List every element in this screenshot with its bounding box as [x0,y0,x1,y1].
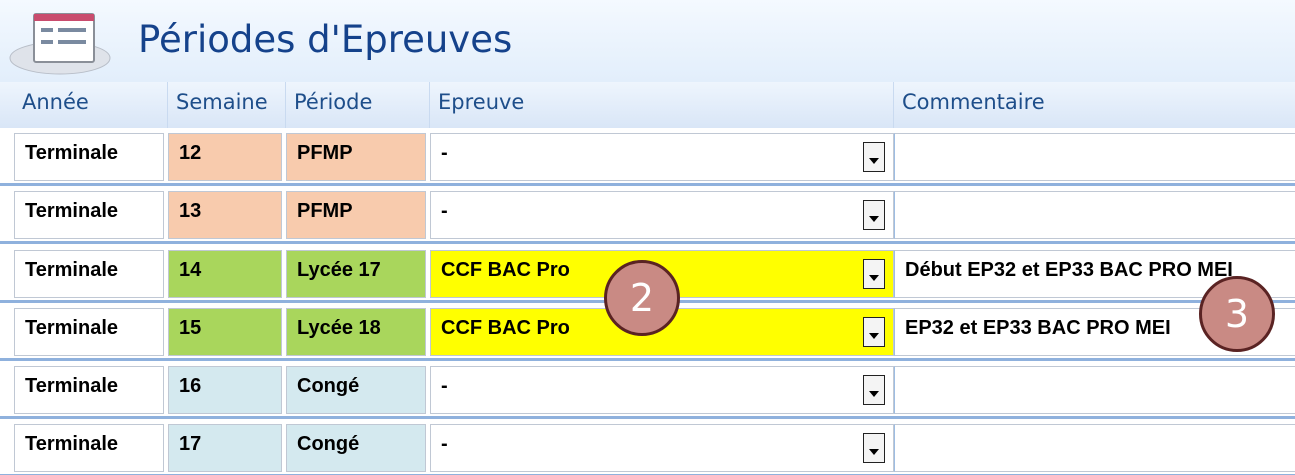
chevron-down-icon[interactable] [863,317,885,347]
epreuve-value: CCF BAC Pro [441,317,570,339]
commentaire-field[interactable] [894,424,1295,472]
column-header-semaine[interactable]: Semaine [168,82,286,128]
commentaire-field[interactable] [894,191,1295,239]
column-header-commentaire[interactable]: Commentaire [894,82,1295,128]
column-header-annee[interactable]: Année [14,82,168,128]
epreuve-value: - [441,375,448,397]
commentaire-field[interactable] [894,366,1295,414]
annee-field[interactable]: Terminale [14,424,164,472]
periode-field[interactable]: Congé [286,424,426,472]
periode-field[interactable]: PFMP [286,191,426,239]
periode-field[interactable]: Lycée 17 [286,250,426,298]
chevron-down-icon[interactable] [863,433,885,463]
epreuve-combobox[interactable]: - [430,133,894,181]
column-header-row: Année Semaine Période Epreuve Commentair… [0,82,1295,131]
form-window: Périodes d'Epreuves Année Semaine Périod… [0,0,1295,475]
semaine-field[interactable]: 17 [168,424,282,472]
epreuve-value: - [441,200,448,222]
periode-field[interactable]: Lycée 18 [286,308,426,356]
annee-field[interactable]: Terminale [14,191,164,239]
chevron-down-icon[interactable] [863,142,885,172]
chevron-down-icon[interactable] [863,259,885,289]
page-title: Périodes d'Epreuves [138,18,513,61]
annee-field[interactable]: Terminale [14,133,164,181]
semaine-field[interactable]: 14 [168,250,282,298]
epreuve-value: - [441,433,448,455]
callout-badge: 3 [1199,276,1275,352]
table-row: Terminale 12 PFMP - [0,128,1295,186]
annee-field[interactable]: Terminale [14,308,164,356]
form-title-bar: Périodes d'Epreuves [0,0,1295,82]
epreuve-combobox[interactable]: - [430,424,894,472]
table-row: Terminale 17 Congé - [0,419,1295,475]
periode-field[interactable]: Congé [286,366,426,414]
callout-badge: 2 [604,260,680,336]
annee-field[interactable]: Terminale [14,366,164,414]
semaine-field[interactable]: 13 [168,191,282,239]
commentaire-field[interactable] [894,133,1295,181]
column-header-epreuve[interactable]: Epreuve [430,82,894,128]
table-row: Terminale 16 Congé - [0,361,1295,419]
epreuve-value: - [441,142,448,164]
semaine-field[interactable]: 12 [168,133,282,181]
semaine-field[interactable]: 16 [168,366,282,414]
epreuve-combobox[interactable]: - [430,366,894,414]
chevron-down-icon[interactable] [863,375,885,405]
periode-field[interactable]: PFMP [286,133,426,181]
form-icon [9,13,111,75]
epreuve-combobox[interactable]: - [430,191,894,239]
column-header-periode[interactable]: Période [286,82,430,128]
semaine-field[interactable]: 15 [168,308,282,356]
annee-field[interactable]: Terminale [14,250,164,298]
chevron-down-icon[interactable] [863,200,885,230]
table-row: Terminale 13 PFMP - [0,186,1295,244]
epreuve-value: CCF BAC Pro [441,259,570,281]
